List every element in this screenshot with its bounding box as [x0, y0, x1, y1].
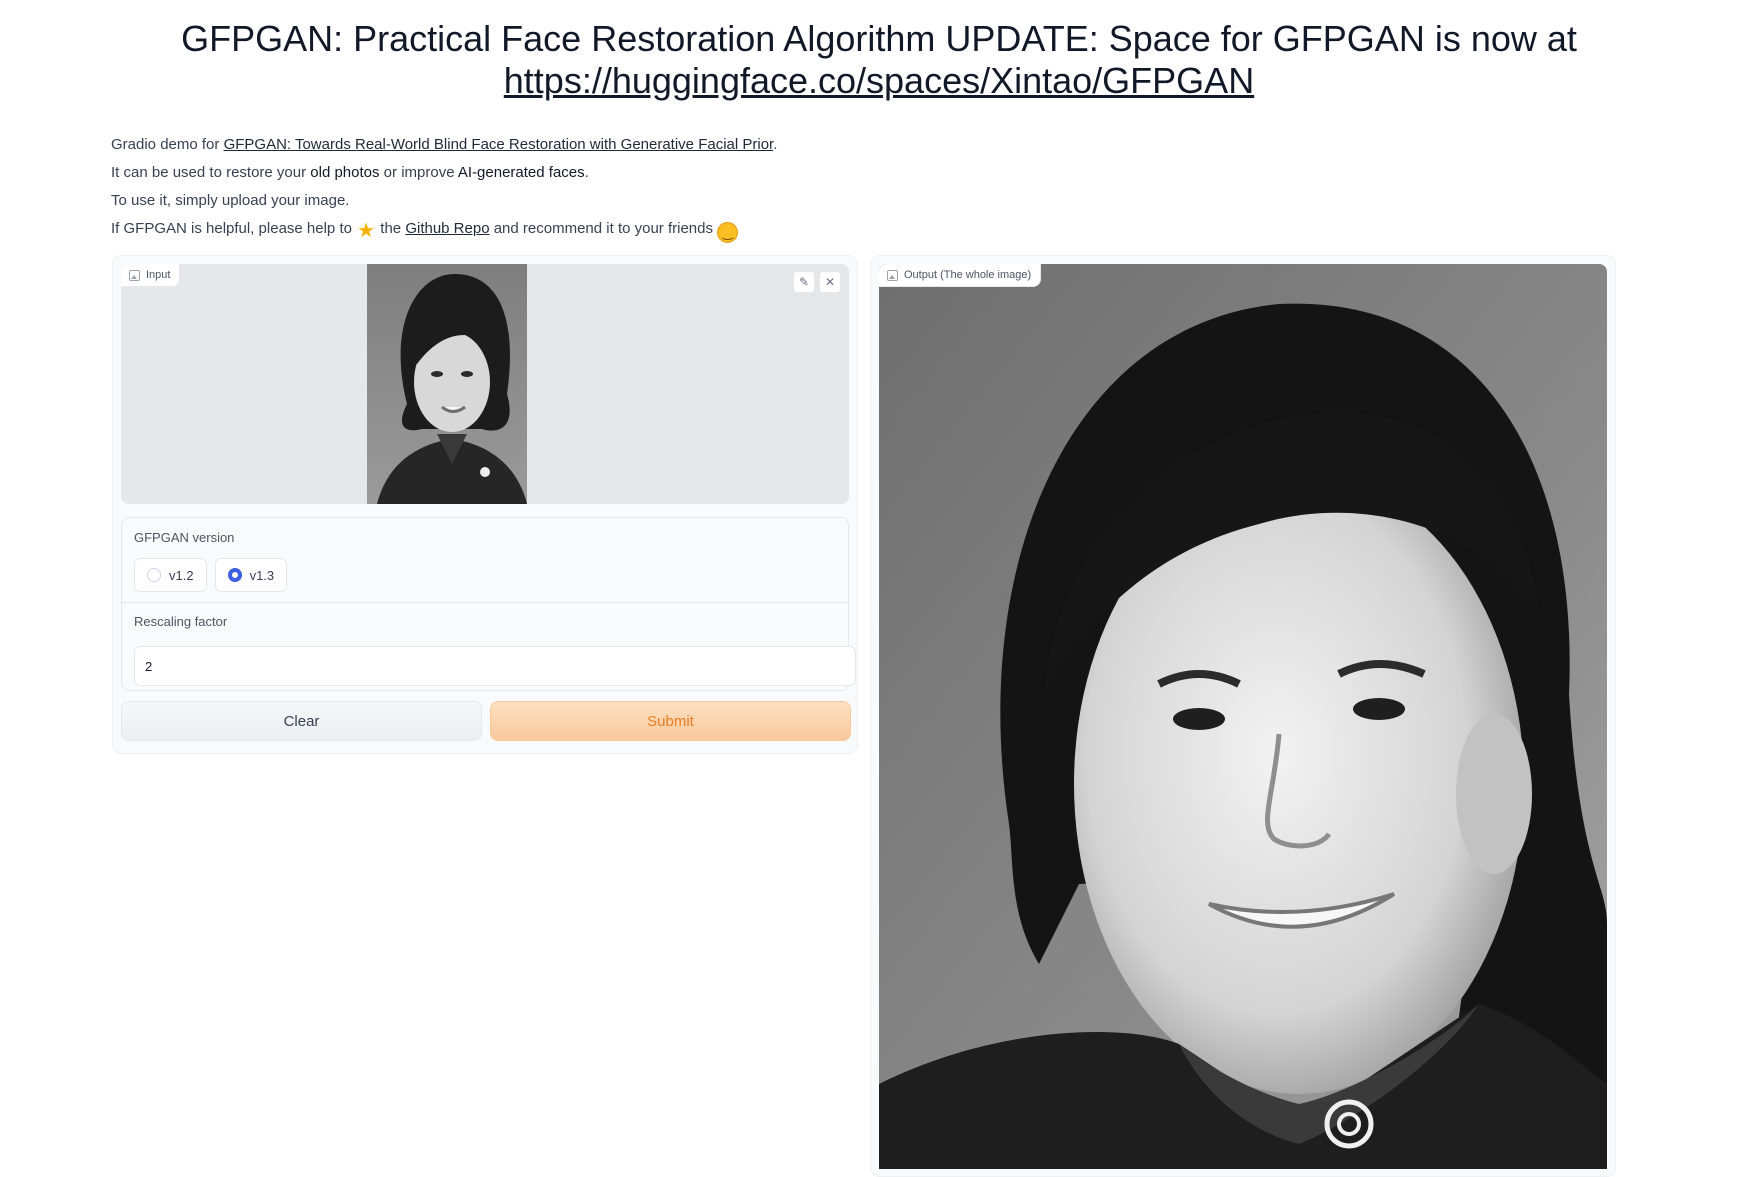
pencil-icon[interactable]: ✎	[793, 271, 815, 293]
description-line-3: To use it, simply upload your image.	[111, 192, 350, 209]
divider	[122, 602, 848, 603]
submit-button[interactable]: Submit	[490, 701, 851, 741]
rescaling-label: Rescaling factor	[134, 614, 228, 629]
close-icon[interactable]: ✕	[819, 271, 841, 293]
star-emoji-icon: ★	[357, 220, 376, 242]
radio-v1-2[interactable]: v1.2	[134, 558, 207, 592]
description: Gradio demo for GFPGAN: Towards Real-Wor…	[111, 131, 777, 243]
output-image-area: Output (The whole image)	[879, 264, 1607, 1169]
description-line-2: It can be used to restore your old photo…	[111, 164, 589, 181]
huggingface-space-link[interactable]: https://huggingface.co/spaces/Xintao/GFP…	[504, 60, 1254, 101]
input-label: Input	[121, 264, 181, 287]
version-label: GFPGAN version	[134, 530, 235, 545]
output-label: Output (The whole image)	[879, 264, 1042, 287]
image-icon	[129, 269, 140, 281]
image-toolbar: ✎ ✕	[793, 271, 841, 293]
page-title: GFPGAN: Practical Face Restoration Algor…	[0, 18, 1758, 102]
clear-button[interactable]: Clear	[121, 701, 482, 741]
input-panel: Input ✎ ✕ GFPGAN version v1.2 v1.3 Resca…	[112, 255, 858, 754]
settings-form: GFPGAN version v1.2 v1.3 Rescaling facto…	[121, 517, 856, 691]
output-photo	[879, 264, 1607, 1169]
version-radio-group: v1.2 v1.3	[134, 558, 288, 592]
input-photo	[367, 264, 527, 504]
image-icon	[887, 269, 898, 281]
rescaling-factor-input[interactable]	[134, 646, 856, 686]
description-line-4: If GFPGAN is helpful, please help to ★ t…	[111, 215, 777, 243]
input-image-dropzone[interactable]: Input ✎ ✕	[121, 264, 849, 504]
title-text: GFPGAN: Practical Face Restoration Algor…	[181, 18, 1577, 59]
paper-link[interactable]: GFPGAN: Towards Real-World Blind Face Re…	[224, 136, 774, 153]
radio-checked-icon	[227, 568, 242, 582]
radio-v1-3[interactable]: v1.3	[214, 558, 288, 592]
github-repo-link[interactable]: Github Repo	[405, 220, 489, 237]
description-line-1: Gradio demo for GFPGAN: Towards Real-Wor…	[111, 136, 778, 153]
radio-unchecked-icon	[147, 568, 161, 582]
smile-emoji-icon: ‿	[717, 222, 739, 243]
output-panel: Output (The whole image)	[870, 255, 1616, 1177]
